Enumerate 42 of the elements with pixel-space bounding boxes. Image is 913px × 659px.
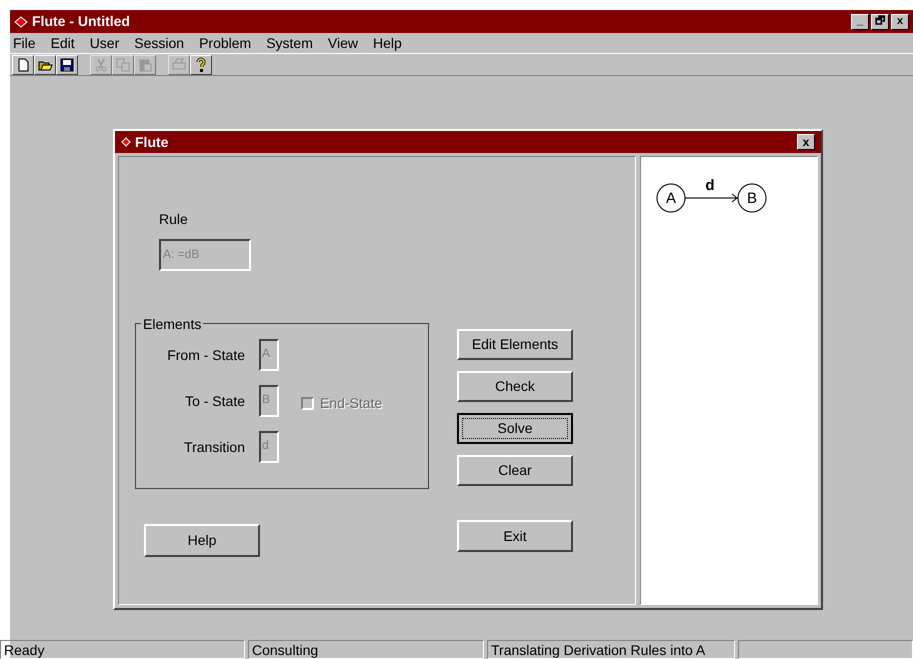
scissors-icon xyxy=(93,56,109,72)
rule-label: Rule xyxy=(159,210,188,229)
dialog-title: Flute xyxy=(135,132,168,152)
menu-item[interactable]: User xyxy=(90,32,120,54)
app-icon xyxy=(121,137,131,147)
status-pane: Consulting xyxy=(248,640,484,659)
field-label: From - State xyxy=(167,346,245,364)
transition-arrow xyxy=(684,194,738,202)
close-button[interactable]: x xyxy=(797,134,815,150)
new-button[interactable] xyxy=(12,54,34,74)
checkbox-label: End-State xyxy=(320,394,382,413)
app-icon xyxy=(14,16,28,28)
transition-label: d xyxy=(705,177,715,194)
menu-item[interactable]: Session xyxy=(134,32,184,54)
help-button[interactable]: Help xyxy=(144,524,260,557)
state-node: B xyxy=(738,184,766,212)
menu-item[interactable]: View xyxy=(328,32,358,54)
state-node: A xyxy=(656,184,686,212)
menu-item[interactable]: System xyxy=(266,32,313,54)
close-button[interactable]: x xyxy=(891,14,909,30)
dialog-button[interactable]: Edit Elements xyxy=(457,329,573,360)
dialog-button[interactable]: Check xyxy=(457,371,573,402)
dialog-button[interactable]: Clear xyxy=(457,455,573,486)
status-pane: Ready xyxy=(0,640,245,659)
save-button[interactable] xyxy=(56,54,78,74)
printer-icon xyxy=(171,56,187,72)
restore-button[interactable]: 🗗 xyxy=(871,14,889,30)
minimize-button[interactable]: _ xyxy=(851,14,869,30)
window-title: Flute - Untitled xyxy=(32,12,130,31)
dialog-button[interactable]: Solve xyxy=(457,413,573,444)
open-button[interactable] xyxy=(34,54,56,74)
menu-item[interactable]: Problem xyxy=(199,32,252,54)
menu-item[interactable]: Help xyxy=(372,32,402,54)
menu-item[interactable]: File xyxy=(13,32,36,54)
copy-icon xyxy=(115,56,131,72)
help-button[interactable] xyxy=(190,54,212,74)
exit-button[interactable]: Exit xyxy=(457,520,573,552)
clipboard-icon xyxy=(137,56,153,72)
menu-item[interactable]: Edit xyxy=(50,32,75,54)
field-label: To - State xyxy=(185,392,245,410)
field-label: Transition xyxy=(184,438,245,456)
status-pane: Translating Derivation Rules into A xyxy=(487,640,735,659)
